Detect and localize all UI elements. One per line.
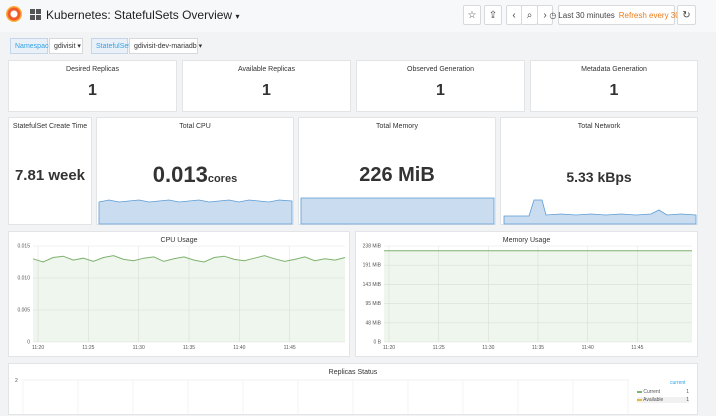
share-icon: ⇪: [488, 9, 498, 21]
panel-title: Observed Generation: [407, 66, 474, 73]
dashboard-grid-icon: [30, 9, 41, 20]
desired-replicas-panel: Desired Replicas 1: [8, 60, 177, 112]
panel-title: Desired Replicas: [66, 66, 119, 73]
y-tick-label: 143 MiB: [363, 282, 382, 288]
create-time-value: 7.81 week: [14, 167, 86, 184]
x-tick-label: 11:20: [32, 345, 44, 351]
y-tick-label: 0: [27, 340, 30, 346]
series-area: [33, 255, 345, 342]
x-tick-label: 11:20: [383, 345, 395, 351]
top-navbar: Kubernetes: StatefulSets Overview ▾ ☆ ⇪ …: [0, 0, 716, 32]
time-range-label: Last 30 minutes: [558, 10, 615, 20]
memory-sparkline-area: [300, 197, 495, 225]
zoom-out-button[interactable]: ⌕: [521, 5, 538, 25]
panel-title: Available Replicas: [237, 66, 296, 73]
metadata-generation-panel: Metadata Generation 1: [530, 60, 698, 112]
x-tick-label: 11:40: [582, 345, 594, 351]
namespace-variable-label: Namespace: [10, 38, 52, 54]
total-cpu-panel: Total CPU 0.013cores: [96, 117, 294, 225]
y-tick-label: 0.010: [17, 276, 30, 282]
legend-item-available[interactable]: Available 1: [637, 397, 689, 403]
observed-generation-panel: Observed Generation 1: [356, 60, 525, 112]
legend-value: 1: [686, 397, 689, 403]
statefulset-select[interactable]: gdivisit-dev-mariadb ▾: [129, 38, 202, 54]
cpu-sparkline: [98, 199, 293, 225]
y-tick-label: 0.005: [17, 308, 30, 314]
x-tick-label: 11:30: [482, 345, 494, 351]
share-button[interactable]: ⇪: [484, 5, 502, 25]
observed-generation-value: 1: [436, 82, 445, 99]
refresh-interval-label: Refresh every 30s: [618, 10, 684, 20]
y-tick-label: 48 MiB: [365, 320, 381, 326]
legend-item-current[interactable]: Current 1: [637, 389, 689, 395]
total-memory-panel: Total Memory 226 MiB: [298, 117, 496, 225]
x-tick-label: 11:35: [532, 345, 544, 351]
x-tick-label: 11:45: [631, 345, 643, 351]
legend-swatch-available: [637, 398, 642, 401]
panel-title: StatefulSet Create Time: [12, 123, 88, 130]
legend-swatch-current: [637, 390, 642, 393]
memory-sparkline: [300, 197, 495, 225]
cpu-usage-chart: 0.015 0.010 0.005 011:20 11:25 11:30 11:35 11:4…: [17, 244, 346, 351]
legend-name: Current: [643, 389, 661, 395]
legend-value: 1: [686, 389, 689, 395]
time-picker-button[interactable]: ◷ Last 30 minutes Refresh every 30s: [549, 5, 684, 25]
y-tick-label: 0 B: [373, 340, 381, 346]
clock-icon: ◷: [549, 10, 557, 20]
replicas-status-chart: 2: [15, 378, 629, 416]
time-back-button[interactable]: ‹: [506, 5, 522, 25]
cpu-usage-panel: CPU Usage 0.015 0.010 0.005 0 11:20 11:25 11:3…: [8, 231, 350, 357]
star-icon: ☆: [467, 9, 477, 21]
cpu-sparkline-area: [98, 199, 293, 225]
zoom-icon: ⌕: [526, 9, 533, 21]
chevron-right-icon: ›: [543, 9, 547, 21]
dashboard-title[interactable]: Kubernetes: StatefulSets Overview ▾: [46, 8, 239, 22]
create-time-panel: StatefulSet Create Time 7.81 week: [8, 117, 92, 225]
x-tick-label: 11:30: [133, 345, 145, 351]
refresh-icon: ↻: [682, 9, 691, 21]
y-tick-label: 0.015: [17, 244, 30, 250]
refresh-button[interactable]: ↻: [677, 5, 696, 25]
chevron-left-icon: ‹: [512, 9, 516, 21]
x-tick-label: 11:35: [183, 345, 195, 351]
y-tick-label: 95 MiB: [365, 301, 381, 307]
y-tick-label: 191 MiB: [363, 263, 382, 269]
grafana-logo-icon[interactable]: [6, 6, 22, 22]
statefulset-variable-label: StatefulSet: [91, 38, 130, 54]
y-tick-label: 2: [15, 378, 18, 384]
namespace-select[interactable]: gdivisit ▾: [49, 38, 83, 54]
replicas-status-panel: Replicas Status 2 current Current 1 Avai…: [8, 363, 698, 416]
network-sparkline-area: [503, 199, 697, 225]
memory-usage-chart: 238 MiB191 MiB143 MiB95 MiB48 MiB0 B11:2…: [363, 244, 692, 351]
x-tick-label: 11:25: [433, 345, 445, 351]
available-replicas-panel: Available Replicas 1: [182, 60, 351, 112]
legend-header[interactable]: current: [670, 380, 686, 386]
star-button[interactable]: ☆: [463, 5, 481, 25]
y-tick-label: 238 MiB: [363, 244, 382, 250]
series-area: [384, 250, 692, 342]
available-replicas-value: 1: [262, 82, 271, 99]
metadata-generation-value: 1: [609, 82, 619, 99]
x-tick-label: 11:25: [82, 345, 94, 351]
x-tick-label: 11:45: [284, 345, 296, 351]
x-tick-label: 11:40: [233, 345, 245, 351]
panel-title: Metadata Generation: [581, 66, 647, 73]
memory-usage-panel: Memory Usage 238 MiB 191 MiB 143 MiB 95 MiB…: [355, 231, 698, 357]
total-network-panel: Total Network 5.33 kBps: [500, 117, 698, 225]
network-sparkline: [503, 199, 697, 225]
legend-name: Available: [643, 397, 664, 403]
chevron-down-icon: ▾: [235, 12, 240, 21]
desired-replicas-value: 1: [88, 82, 97, 99]
